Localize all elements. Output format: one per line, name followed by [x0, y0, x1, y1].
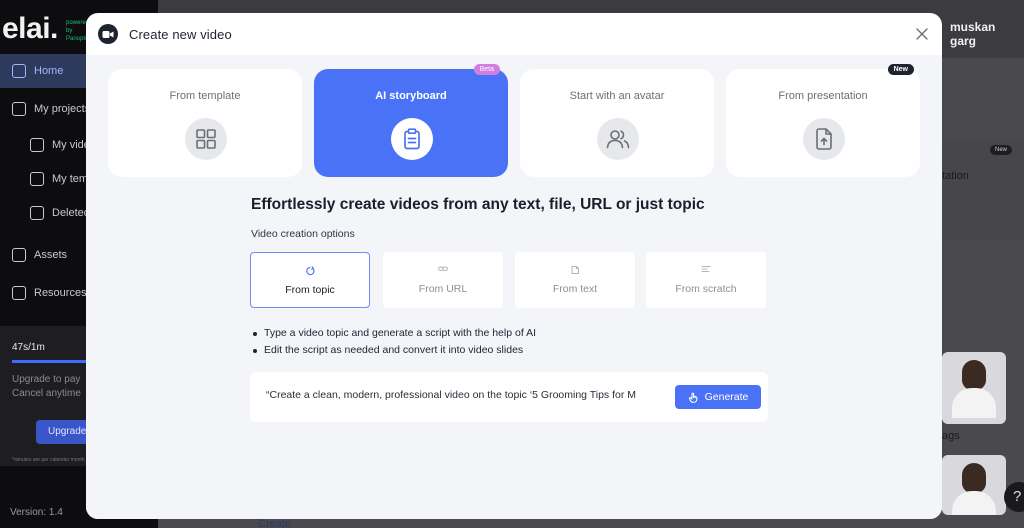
beta-badge: Beta [473, 64, 500, 75]
upgrade-text: Upgrade to pay [12, 374, 81, 385]
storyboard-instructions: Type a video topic and generate a script… [252, 325, 536, 359]
new-badge: New [887, 64, 914, 75]
template-icon [30, 172, 44, 186]
sparkle-icon [251, 266, 369, 276]
elai-logo: elai. [2, 12, 58, 45]
user-name[interactable]: muskan garg [950, 20, 1024, 48]
video-icon [30, 138, 44, 152]
avatar-thumbnail[interactable] [942, 455, 1006, 515]
trash-icon [30, 206, 44, 220]
modal-body: From template Beta AI storyboard Start w… [86, 55, 942, 519]
option-from-text[interactable]: From text [515, 252, 635, 308]
topic-prompt-box: Generate [250, 372, 768, 422]
instruction-item: Edit the script as needed and convert it… [252, 342, 536, 359]
resources-icon [12, 286, 26, 300]
create-video-modal: Create new video From template Beta AI s… [86, 13, 942, 519]
option-from-topic[interactable]: From topic [250, 252, 370, 308]
text-icon [515, 265, 635, 275]
avatar-thumbnail[interactable] [942, 352, 1006, 424]
creation-method-tiles: From template Beta AI storyboard Start w… [108, 64, 920, 179]
list-icon [646, 265, 766, 273]
video-creation-options-label: Video creation options [251, 228, 355, 240]
modal-header: Create new video [86, 13, 942, 55]
home-icon [12, 64, 26, 78]
version-label: Version: 1.4 [10, 507, 63, 518]
option-from-url[interactable]: From URL [383, 252, 503, 308]
close-icon [916, 28, 928, 40]
background-right-label: tation [942, 170, 969, 182]
usage-value: 47s/1m [12, 342, 45, 353]
generate-label: Generate [704, 391, 749, 403]
clipboard-icon [391, 118, 433, 160]
option-from-scratch[interactable]: From scratch [646, 252, 766, 308]
usage-note: *minutes are per calendar month [12, 457, 85, 463]
instruction-item: Type a video topic and generate a script… [252, 325, 536, 342]
hand-pointer-icon [688, 392, 697, 403]
topic-input[interactable] [266, 389, 666, 401]
background-right-label-2: ags [942, 430, 960, 442]
tile-ai-storyboard[interactable]: Beta AI storyboard [314, 64, 508, 177]
assets-icon [12, 248, 26, 262]
users-icon [597, 118, 639, 160]
folder-icon [12, 102, 26, 116]
modal-title: Create new video [129, 26, 232, 42]
grid-icon [185, 118, 227, 160]
background-new-badge: New [990, 145, 1013, 155]
link-icon [383, 265, 503, 273]
file-upload-icon [803, 118, 845, 160]
tile-start-with-avatar[interactable]: Start with an avatar [520, 69, 714, 177]
video-camera-icon [98, 24, 118, 44]
close-button[interactable] [912, 24, 932, 44]
background-bottom-label: Create [258, 518, 292, 528]
background-right-panel [942, 140, 1024, 240]
storyboard-headline: Effortlessly create videos from any text… [251, 196, 705, 213]
cancel-text: Cancel anytime [12, 388, 81, 399]
tile-from-presentation[interactable]: New From presentation [726, 64, 920, 177]
generate-button[interactable]: Generate [675, 385, 761, 409]
tile-from-template[interactable]: From template [108, 69, 302, 177]
